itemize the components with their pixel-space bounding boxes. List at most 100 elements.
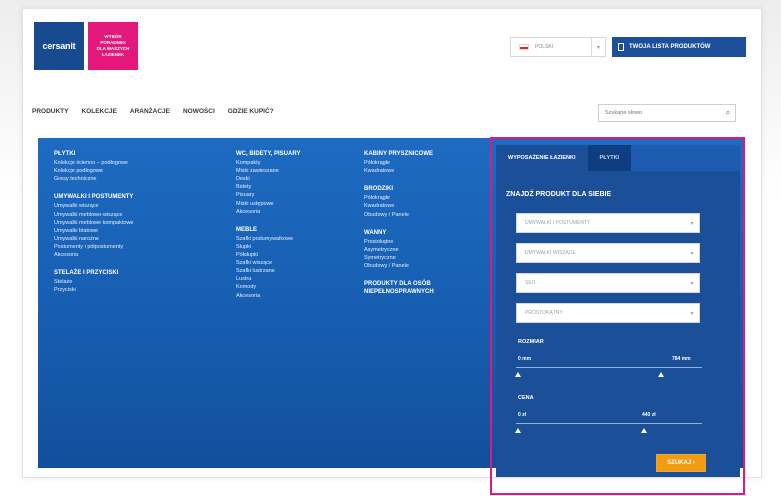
menu-item[interactable]: Słupki	[236, 243, 300, 251]
menu-item[interactable]: Szafki wiszące	[236, 259, 300, 267]
chevron-down-icon: ▾	[690, 220, 694, 227]
category-select-value: UMYWALKI I POSTUMENTY	[525, 220, 591, 226]
shape-select[interactable]: PROSTOKĄTNY ▾	[516, 303, 700, 323]
menu-section-title[interactable]: UMYWALKI I POSTUMENTY	[54, 193, 133, 201]
menu-column-1: PŁYTKI Kolekcje ścienno – podłogowe Kolekc…	[54, 150, 133, 304]
price-max-value: 440 zł	[642, 412, 656, 418]
menu-item[interactable]: Umywalki narożne	[54, 235, 133, 243]
price-min-value: 0 zł	[518, 412, 527, 418]
menu-item[interactable]: Kolekcje ścienno – podłogowe	[54, 159, 133, 167]
menu-section-title[interactable]: MEBLE	[236, 226, 300, 234]
menu-section-title[interactable]: WANNY	[364, 229, 444, 237]
search-icon[interactable]: ⌕	[721, 108, 735, 118]
search-input[interactable]	[599, 105, 721, 121]
menu-item[interactable]: Asymetryczne	[364, 246, 444, 254]
menu-item[interactable]: Umywalki meblowe kompaktowe	[54, 219, 133, 227]
size-min-handle[interactable]	[515, 372, 521, 377]
menu-item[interactable]: Miski ustępowe	[236, 200, 300, 208]
price-min-handle[interactable]	[515, 428, 521, 433]
search-button[interactable]: SZUKAJ ›	[656, 454, 706, 472]
series-select[interactable]: SEO ▾	[516, 273, 700, 293]
menu-item[interactable]: Kompakty	[236, 159, 300, 167]
price-slider-track[interactable]	[516, 423, 702, 424]
menu-item[interactable]: Szafki podumywalkowe	[236, 235, 300, 243]
nav-item-aranzacje[interactable]: ARANŻACJE	[130, 108, 170, 115]
tab-wyposazenie-lazienki[interactable]: WYPOSAŻENIE ŁAZIENKI	[496, 145, 588, 171]
menu-item[interactable]: Bidety	[236, 183, 300, 191]
menu-item[interactable]: Kwadratowe	[364, 202, 444, 210]
menu-item[interactable]: Lustra	[236, 275, 300, 283]
menu-section-title[interactable]: PRODUKTY DLA OSÓB NIEPEŁNOSPRAWNYCH	[364, 280, 444, 296]
menu-item[interactable]: Prostokątne	[364, 238, 444, 246]
menu-item[interactable]: Półokrągłe	[364, 194, 444, 202]
search-box: ⌕	[598, 104, 736, 122]
subcategory-select[interactable]: UMYWALKI WISZĄCE ▾	[516, 243, 700, 263]
nav-item-nowosci[interactable]: NOWOŚCI	[183, 108, 215, 115]
cersanit-logo[interactable]: cersanit	[34, 22, 84, 70]
product-finder: WYPOSAŻENIE ŁAZIENKI PŁYTKI ZNAJDŹ PRODU…	[496, 145, 740, 477]
menu-item[interactable]: Obudowy / Panele	[364, 211, 444, 219]
menu-item[interactable]: Postumenty i półpostumenty	[54, 243, 133, 251]
menu-item[interactable]: Szafki lustrzane	[236, 267, 300, 275]
size-label: ROZMIAR	[518, 339, 544, 345]
menu-section-title[interactable]: PŁYTKI	[54, 150, 133, 158]
nav-item-produkty[interactable]: PRODUKTY	[32, 108, 68, 115]
menu-item[interactable]: Półsłupki	[236, 251, 300, 259]
menu-item[interactable]: Akcesoria	[236, 292, 300, 300]
finder-body: ZNAJDŹ PRODUKT DLA SIEBIE UMYWALKI I POS…	[496, 171, 740, 477]
finder-title: ZNAJDŹ PRODUKT DLA SIEBIE	[506, 191, 612, 198]
nav-item-gdzie-kupic[interactable]: GDZIE KUPIĆ?	[228, 108, 274, 115]
finder-tabs: WYPOSAŻENIE ŁAZIENKI PŁYTKI	[496, 145, 740, 171]
series-select-value: SEO	[525, 280, 536, 286]
size-slider-track[interactable]	[516, 367, 702, 368]
menu-section-title[interactable]: WC, BIDETY, PISUARY	[236, 150, 300, 158]
menu-item[interactable]: Umywalki blatowe	[54, 227, 133, 235]
menu-section: PŁYTKI Kolekcje ścienno – podłogowe Kolekc…	[54, 150, 133, 183]
menu-section-title[interactable]: STELAŻE I PRZYCISKI	[54, 269, 133, 277]
tab-plytki[interactable]: PŁYTKI	[587, 145, 632, 171]
menu-section: UMYWALKI I POSTUMENTY Umywalki wiszące Umy…	[54, 193, 133, 259]
size-max-handle[interactable]	[658, 372, 664, 377]
menu-section-title[interactable]: BRODZIKI	[364, 185, 444, 193]
main-nav: PRODUKTY KOLEKCJE ARANŻACJE NOWOŚCI GDZI…	[32, 108, 274, 115]
shape-select-value: PROSTOKĄTNY	[525, 310, 563, 316]
promo-banner[interactable]: WYBÓR PORADNIKI DLA WASZYCH ŁAZIENEK	[88, 22, 138, 70]
menu-item[interactable]: Gresy techniczne	[54, 175, 133, 183]
chevron-down-icon: ▾	[690, 280, 694, 287]
menu-item[interactable]: Przyciski	[54, 286, 133, 294]
menu-section: STELAŻE I PRZYCISKI Stelaże Przyciski	[54, 269, 133, 294]
product-list-button[interactable]: TWOJA LISTA PRODUKTÓW	[612, 37, 746, 57]
menu-item[interactable]: Kwadratowe	[364, 167, 444, 175]
menu-item[interactable]: Kolekcje podłogowe	[54, 167, 133, 175]
product-list-label: TWOJA LISTA PRODUKTÓW	[629, 44, 711, 50]
menu-item[interactable]: Umywalki wiszące	[54, 202, 133, 210]
menu-column-3: KABINY PRYSZNICOWE Półokrągłe Kwadratowe BR…	[364, 150, 444, 306]
menu-item[interactable]: Deski	[236, 175, 300, 183]
menu-section: BRODZIKI Półokrągłe Kwadratowe Obudowy / Pa…	[364, 185, 444, 218]
chevron-down-icon: ▾	[690, 250, 694, 257]
category-select[interactable]: UMYWALKI I POSTUMENTY ▾	[516, 213, 700, 233]
menu-section: WC, BIDETY, PISUARY Kompakty Miski zawiesz…	[236, 150, 300, 216]
menu-item[interactable]: Akcesoria	[54, 251, 133, 259]
menu-section: KABINY PRYSZNICOWE Półokrągłe Kwadratowe	[364, 150, 444, 175]
promo-line: ŁAZIENEK	[101, 52, 125, 57]
menu-item[interactable]: Umywalki meblowo-wiszące	[54, 211, 133, 219]
menu-item[interactable]: Miski zawieszane	[236, 167, 300, 175]
price-max-handle[interactable]	[641, 428, 647, 433]
menu-item[interactable]: Komody	[236, 283, 300, 291]
menu-item[interactable]: Stelaże	[54, 278, 133, 286]
page: cersanit WYBÓR PORADNIKI DLA WASZYCH ŁAZ…	[0, 0, 781, 496]
subcategory-select-value: UMYWALKI WISZĄCE	[525, 250, 576, 256]
menu-item[interactable]: Akcesoria	[236, 208, 300, 216]
language-select[interactable]: POLSKI ▾	[510, 37, 606, 57]
menu-section: PRODUKTY DLA OSÓB NIEPEŁNOSPRAWNYCH	[364, 280, 444, 296]
menu-item[interactable]: Półokrągłe	[364, 159, 444, 167]
menu-item[interactable]: Pisuary	[236, 191, 300, 199]
list-icon	[618, 43, 624, 51]
nav-item-kolekcje[interactable]: KOLEKCJE	[81, 108, 116, 115]
menu-section: MEBLE Szafki podumywalkowe Słupki Półsłupki…	[236, 226, 300, 300]
size-min-value: 0 mm	[518, 356, 532, 362]
menu-item[interactable]: Obudowy / Panele	[364, 262, 444, 270]
menu-item[interactable]: Symetryczne	[364, 254, 444, 262]
menu-section-title[interactable]: KABINY PRYSZNICOWE	[364, 150, 444, 158]
